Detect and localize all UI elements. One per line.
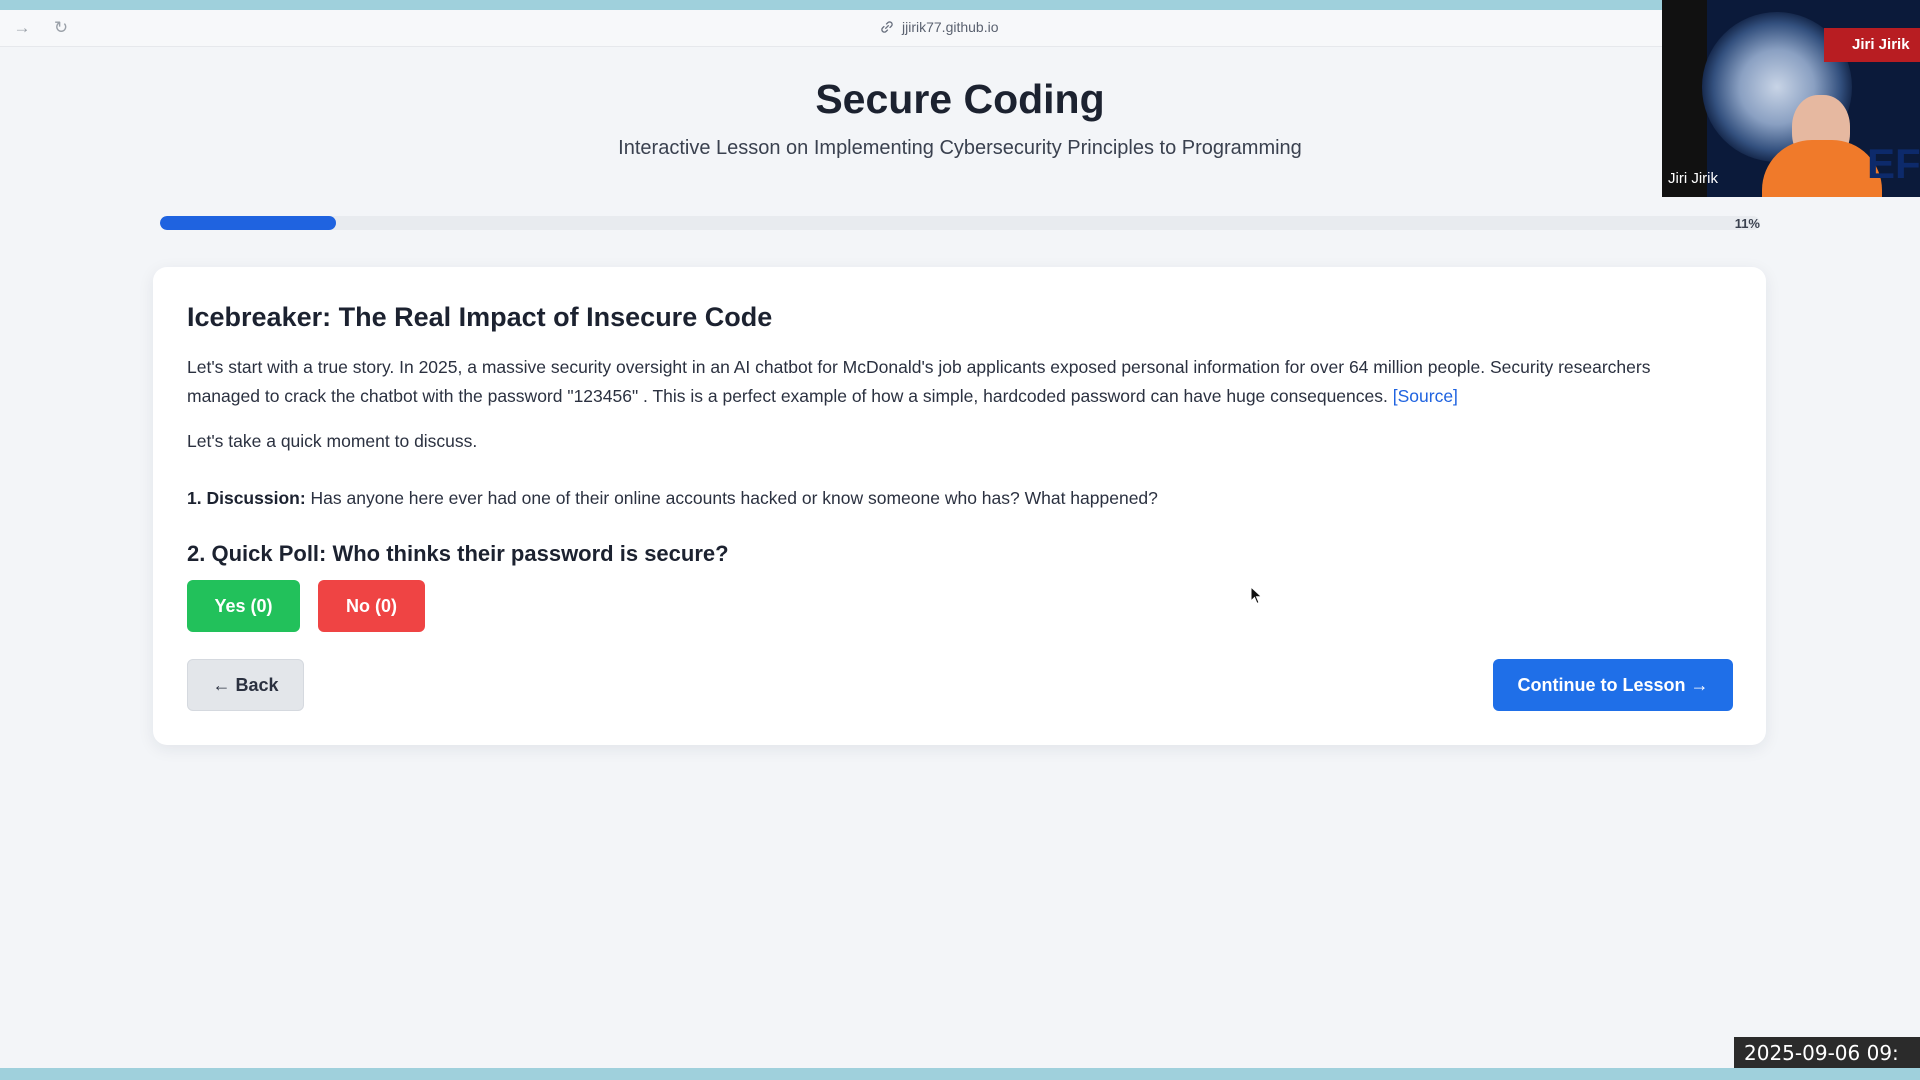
source-link[interactable]: [Source] bbox=[1393, 386, 1458, 406]
discuss-prompt: Let's take a quick moment to discuss. bbox=[187, 431, 478, 451]
progress-percent-label: 11% bbox=[1734, 216, 1760, 231]
url-text: jjirik77.github.io bbox=[902, 19, 999, 35]
bottom-accent-strip bbox=[0, 1068, 1920, 1080]
page-title: Secure Coding bbox=[815, 76, 1105, 122]
link-icon bbox=[881, 21, 893, 33]
mouse-cursor-icon bbox=[1250, 586, 1263, 605]
backdrop-logo: EF bbox=[1867, 140, 1920, 187]
lesson-title: Icebreaker: The Real Impact of Insecure … bbox=[187, 302, 773, 332]
address-bar[interactable]: jjirik77.github.io bbox=[880, 19, 999, 35]
lesson-card: Icebreaker: The Real Impact of Insecure … bbox=[153, 267, 1766, 745]
page-subtitle: Interactive Lesson on Implementing Cyber… bbox=[618, 137, 1302, 159]
forward-arrow-icon[interactable]: → bbox=[12, 18, 32, 38]
intro-paragraph: Let's start with a true story. In 2025, … bbox=[187, 353, 1727, 411]
reload-icon[interactable]: ↻ bbox=[51, 18, 71, 38]
browser-toolbar: → ↻ jjirik77.github.io bbox=[0, 10, 1920, 47]
poll-yes-button[interactable]: Yes (0) bbox=[187, 580, 300, 632]
lesson-progress-bar bbox=[160, 216, 1760, 230]
back-button[interactable]: ← Back bbox=[187, 659, 304, 711]
discussion-question: 1. Discussion: Has anyone here ever had … bbox=[187, 488, 1158, 509]
presenter-name-caption: Jiri Jirik bbox=[1668, 170, 1718, 187]
presenter-video-overlay: Jiri Jirik EF Jiri Jirik bbox=[1662, 0, 1920, 197]
top-accent-strip bbox=[0, 0, 1920, 10]
presenter-name-banner: Jiri Jirik bbox=[1852, 36, 1910, 53]
discussion-label: 1. Discussion: bbox=[187, 488, 306, 508]
discussion-text: Has anyone here ever had one of their on… bbox=[310, 488, 1158, 508]
continue-button[interactable]: Continue to Lesson → bbox=[1493, 659, 1733, 711]
progress-fill bbox=[160, 216, 336, 230]
poll-title: 2. Quick Poll: Who thinks their password… bbox=[187, 541, 729, 566]
poll-no-button[interactable]: No (0) bbox=[318, 580, 425, 632]
recording-timestamp: 2025-09-06 09: bbox=[1734, 1037, 1920, 1069]
